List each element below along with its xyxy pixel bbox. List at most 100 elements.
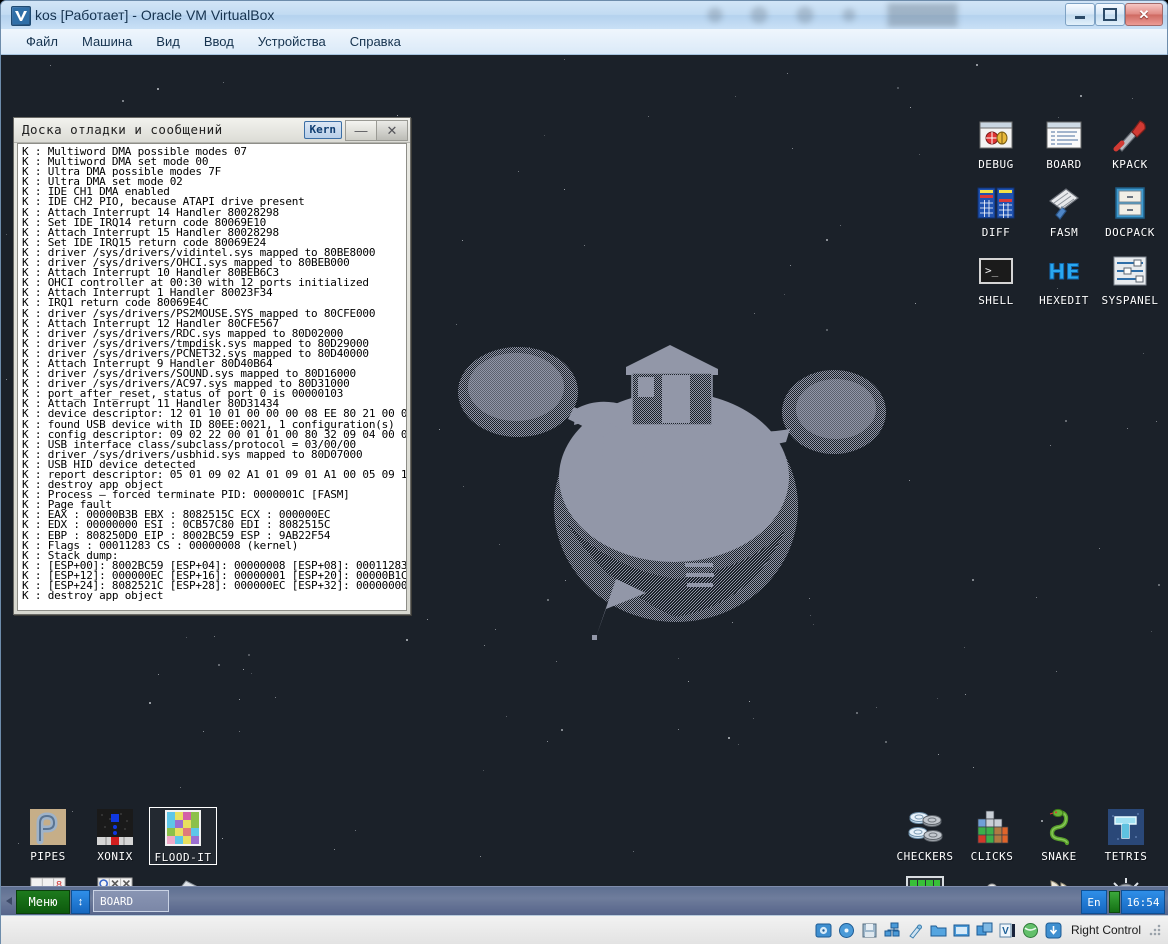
star — [214, 636, 215, 637]
shared-folder-icon[interactable] — [930, 922, 947, 939]
menu-item-view[interactable]: Вид — [145, 31, 191, 52]
star — [547, 599, 549, 601]
debug-board-close-button[interactable]: ✕ — [376, 120, 408, 141]
menu-item-help[interactable]: Справка — [339, 31, 412, 52]
virtualization-icon[interactable]: V — [999, 922, 1016, 939]
star — [728, 737, 730, 739]
vbox-close-button[interactable]: ✕ — [1125, 3, 1163, 26]
desktop-icon-label: FASM — [1031, 226, 1097, 239]
star — [483, 770, 484, 771]
video-capture-icon[interactable] — [976, 922, 993, 939]
star — [1080, 95, 1082, 97]
svg-text:>_: >_ — [985, 264, 999, 277]
kern-toggle-button[interactable]: Kern — [304, 121, 343, 139]
desktop-icon-diff[interactable]: DIFF — [963, 183, 1029, 239]
star — [937, 698, 938, 699]
star — [938, 754, 939, 755]
star — [688, 681, 689, 682]
terminal-icon: >_ — [976, 251, 1016, 291]
debug-window-icon — [976, 115, 1016, 155]
desktop-icon-checkers[interactable]: CHECKERS — [892, 807, 958, 863]
desktop-icon-syspanel[interactable]: SYSPANEL — [1097, 251, 1163, 307]
optical-disk-icon[interactable] — [838, 922, 855, 939]
vbox-maximize-button[interactable] — [1095, 3, 1125, 26]
taskbar-clock[interactable]: 16:54 — [1121, 890, 1165, 914]
star — [203, 731, 204, 732]
star — [678, 729, 679, 730]
virtualbox-window: kos [Работает] - Oracle VM VirtualBox ✕ … — [0, 0, 1168, 944]
star — [648, 491, 649, 492]
desktop-icon-label: TETRIS — [1093, 850, 1159, 863]
tetris-icon — [1106, 807, 1146, 847]
desktop-icon-tetris[interactable]: TETRIS — [1093, 807, 1159, 863]
star — [910, 107, 911, 108]
desktop-icon-hexedit[interactable]: HEHEXEDIT — [1031, 251, 1097, 307]
star — [792, 148, 793, 149]
star — [565, 580, 566, 581]
resize-grip[interactable] — [1149, 924, 1161, 936]
debug-board-titlebar[interactable]: Доска отладки и сообщений Kern — ✕ — [14, 118, 410, 143]
star — [544, 135, 545, 136]
floppy-disk-icon[interactable] — [861, 922, 878, 939]
usb-icon[interactable] — [907, 922, 924, 939]
virtualbox-app-icon — [11, 6, 31, 26]
menu-item-machine[interactable]: Машина — [71, 31, 143, 52]
star — [678, 658, 679, 659]
menu-item-devices[interactable]: Устройства — [247, 31, 337, 52]
star — [243, 669, 244, 670]
star — [759, 500, 761, 502]
star — [499, 544, 500, 545]
display-icon[interactable] — [953, 922, 970, 939]
close-icon: ✕ — [1139, 8, 1150, 21]
desktop-icon-fasm[interactable]: FASM — [1031, 183, 1097, 239]
star — [158, 674, 159, 675]
desktop-icon-kpack[interactable]: KPACK — [1097, 115, 1163, 171]
star — [149, 702, 151, 704]
star — [6, 234, 7, 235]
star — [1056, 671, 1057, 672]
desktop-icon-xonix[interactable]: XONIX — [82, 807, 148, 863]
vbox-minimize-button[interactable] — [1065, 3, 1095, 26]
start-menu-button[interactable]: Меню — [16, 890, 70, 914]
menu-item-input[interactable]: Ввод — [193, 31, 245, 52]
star — [787, 73, 788, 74]
taskbar-task-board[interactable]: BOARD — [93, 890, 169, 912]
desktop-icon-snake[interactable]: SNAKE — [1026, 807, 1092, 863]
star — [157, 88, 159, 90]
taskbar-language-button[interactable]: En — [1081, 890, 1107, 914]
star — [677, 420, 678, 421]
debug-board-console[interactable]: K : Multiword DMA possible modes 07K : M… — [17, 143, 407, 611]
wrench-hammer-icon — [1110, 115, 1150, 155]
desktop-icon-shell[interactable]: >_ SHELL — [963, 251, 1029, 307]
star — [1050, 445, 1051, 446]
desktop-icon-debug[interactable]: DEBUG — [963, 115, 1029, 171]
desktop-icon-label: FLOOD-IT — [150, 851, 216, 864]
desktop-icon-flood-it[interactable]: FLOOD-IT — [149, 807, 217, 865]
window-order-button[interactable]: ↕ — [71, 890, 90, 914]
debug-board-window[interactable]: Доска отладки и сообщений Kern — ✕ K : M… — [13, 117, 411, 615]
guest-screen[interactable]: Доска отладки и сообщений Kern — ✕ K : M… — [1, 55, 1168, 915]
star — [462, 240, 463, 241]
star — [529, 347, 530, 348]
desktop-icon-clicks[interactable]: CLICKS — [959, 807, 1025, 863]
star — [753, 718, 754, 719]
desktop-icon-label: XONIX — [82, 850, 148, 863]
keyboard-icon[interactable] — [1045, 922, 1062, 939]
debug-board-title: Доска отладки и сообщений — [22, 121, 223, 139]
taskbar-collapse-arrow-icon[interactable] — [6, 897, 12, 905]
desktop-icon-label: SHELL — [963, 294, 1029, 307]
mouse-integration-icon[interactable] — [1022, 922, 1039, 939]
network-icon[interactable] — [884, 922, 901, 939]
star — [122, 100, 124, 102]
desktop-icon-docpack[interactable]: DOCPACK — [1097, 183, 1163, 239]
desktop-icon-board[interactable]: BOARD — [1031, 115, 1097, 171]
star — [456, 324, 457, 325]
menu-item-file[interactable]: Файл — [15, 31, 69, 52]
debug-board-minimize-button[interactable]: — — [345, 120, 377, 141]
hard-disk-icon[interactable] — [815, 922, 832, 939]
star — [856, 712, 858, 714]
hammer-anvil-icon — [1044, 183, 1084, 223]
desktop-icon-pipes[interactable]: PIPES — [15, 807, 81, 863]
star — [784, 294, 785, 295]
star — [885, 741, 887, 743]
